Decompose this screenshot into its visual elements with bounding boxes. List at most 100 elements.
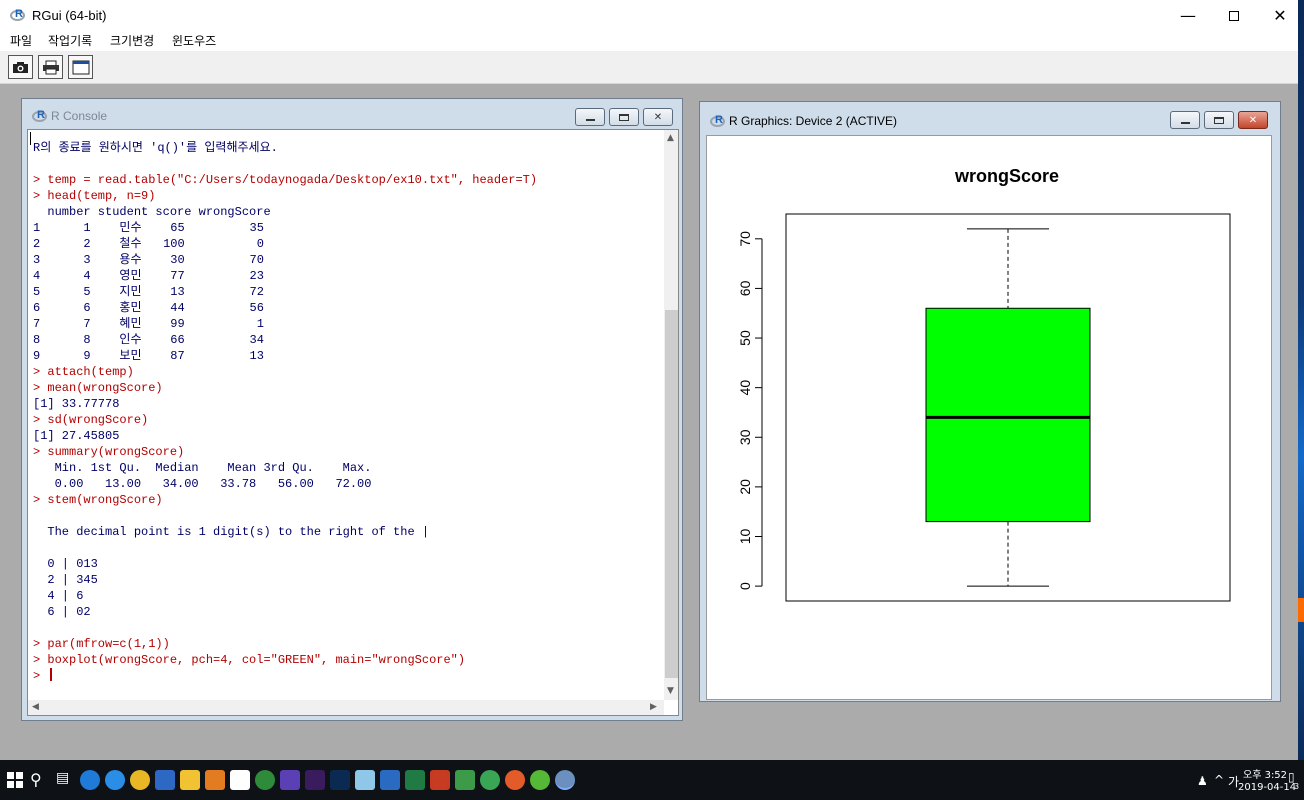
chart-title: wrongScore [954, 166, 1059, 186]
console-command-line: > stem(wrongScore) [33, 493, 163, 507]
menu-history[interactable]: 작업기록 [48, 32, 92, 49]
close-icon: ✕ [1273, 6, 1287, 25]
scroll-down-icon[interactable]: ▼ [667, 686, 674, 696]
notification-count: 3 [1294, 782, 1300, 791]
restore-icon [1214, 116, 1224, 124]
rgui-taskbar-icon[interactable] [555, 770, 575, 790]
print-button[interactable] [38, 55, 63, 79]
graphics-canvas: wrongScore 0 10 20 30 40 50 60 70 [706, 135, 1272, 700]
file-explorer-icon[interactable] [180, 770, 200, 790]
console-output-line: Min. 1st Qu. Median Mean 3rd Qu. Max. [33, 461, 379, 475]
app-icon-3[interactable] [355, 770, 375, 790]
app-icon-7[interactable] [530, 770, 550, 790]
graphics-window[interactable]: R R Graphics: Device 2 (ACTIVE) ✕ wrongS… [699, 101, 1281, 702]
store-icon[interactable] [155, 770, 175, 790]
minimize-button[interactable]: — [1165, 0, 1211, 31]
windows-start-icon[interactable] [7, 772, 23, 788]
app-icon-2[interactable] [280, 770, 300, 790]
app-icon-5[interactable] [480, 770, 500, 790]
maximize-button[interactable] [1211, 0, 1257, 31]
console-output-line: [1] 27.45805 [33, 429, 120, 443]
console-output-line: 7 7 혜민 99 1 [33, 317, 264, 331]
printer-icon [42, 60, 59, 74]
search-icon[interactable]: ⚲ [30, 770, 42, 789]
clock-time[interactable]: 오후 3:52 [1243, 766, 1287, 781]
premiere-icon[interactable] [305, 770, 325, 790]
console-close-button[interactable]: ✕ [643, 108, 673, 126]
word-icon[interactable] [380, 770, 400, 790]
scrollbar-thumb[interactable] [665, 310, 678, 678]
taskbar: ⚲ ▤ ♟ ^ 가 오후 3:52 2019-04-14 ▯ 3 [0, 760, 1304, 800]
console-output-line: 0 | 013 [33, 557, 98, 571]
scroll-left-icon[interactable]: ◀ [32, 702, 39, 712]
excel-icon[interactable] [405, 770, 425, 790]
camera-icon [13, 61, 28, 73]
app-icon-1[interactable] [255, 770, 275, 790]
console-command-line: > boxplot(wrongScore, pch=4, col="GREEN"… [33, 653, 466, 667]
graphics-close-button[interactable]: ✕ [1238, 111, 1268, 129]
scroll-right-icon[interactable]: ▶ [650, 702, 657, 712]
media-player-icon[interactable] [205, 770, 225, 790]
console-command-line: > temp = read.table("C:/Users/todaynogad… [33, 173, 538, 187]
r-logo-icon: R [32, 109, 48, 123]
graphics-restore-button[interactable] [1204, 111, 1234, 129]
console-output-line: The decimal point is 1 digit(s) to the r… [33, 525, 430, 539]
y-tick-label: 50 [737, 330, 753, 346]
chevron-up-icon[interactable]: ^ [1214, 773, 1224, 787]
toolbar [0, 51, 1304, 84]
close-icon: ✕ [653, 111, 663, 123]
desktop-wallpaper-strip [1298, 0, 1304, 760]
console-output-line: number student score wrongScore [33, 205, 271, 219]
menu-windows[interactable]: 윈도우즈 [172, 32, 216, 49]
edge-icon[interactable] [105, 770, 125, 790]
y-tick-label: 10 [737, 529, 753, 545]
console-restore-button[interactable] [609, 108, 639, 126]
y-tick-label: 40 [737, 380, 753, 396]
console-output-line: [1] 33.77778 [33, 397, 120, 411]
console-output-area[interactable]: R의 종료를 원하시면 'q()'를 입력해주세요. > temp = read.… [27, 129, 679, 716]
window-button[interactable] [68, 55, 93, 79]
restore-icon [619, 113, 629, 121]
console-output-line: 6 6 홍민 44 56 [33, 301, 264, 315]
ie-icon[interactable] [80, 770, 100, 790]
camera-button[interactable] [8, 55, 33, 79]
console-output-line: R의 종료를 원하시면 'q()'를 입력해주세요. [33, 141, 278, 155]
app-icon-6[interactable] [505, 770, 525, 790]
y-tick-label: 0 [737, 582, 753, 590]
iqr-box [925, 307, 1091, 523]
menu-resize[interactable]: 크기변경 [110, 32, 154, 49]
console-output-line: 8 8 인수 66 34 [33, 333, 264, 347]
window-icon [72, 60, 89, 74]
scroll-up-icon[interactable]: ▲ [667, 133, 674, 143]
console-command-line: > par(mfrow=c(1,1)) [33, 637, 170, 651]
close-button[interactable]: ✕ [1257, 0, 1303, 31]
mail-icon[interactable] [230, 770, 250, 790]
console-window[interactable]: R R Console ✕ R의 종료를 원하시면 'q()'를 입력해주세요.… [21, 98, 683, 721]
console-vertical-scrollbar[interactable]: ▲ ▼ [664, 130, 678, 700]
console-output-line: 9 9 보민 87 13 [33, 349, 264, 363]
console-titlebar[interactable]: R R Console ✕ [22, 99, 682, 129]
graphics-minimize-button[interactable] [1170, 111, 1200, 129]
console-horizontal-scrollbar[interactable]: ◀ ▶ [28, 700, 664, 715]
console-command-line: > attach(temp) [33, 365, 134, 379]
graphics-titlebar[interactable]: R R Graphics: Device 2 (ACTIVE) ✕ [700, 102, 1280, 132]
console-output-line: 4 | 6 [33, 589, 84, 603]
console-command-line: > head(temp, n=9) [33, 189, 156, 203]
r-logo-icon: R [10, 8, 26, 22]
console-minimize-button[interactable] [575, 108, 605, 126]
app-icon-4[interactable] [455, 770, 475, 790]
wallpaper-mark [1298, 598, 1304, 622]
menu-file[interactable]: 파일 [10, 32, 32, 49]
console-command-line: > sd(wrongScore) [33, 413, 149, 427]
chrome-icon[interactable] [130, 770, 150, 790]
people-icon[interactable]: ♟ [1197, 774, 1208, 788]
photoshop-icon[interactable] [330, 770, 350, 790]
powerpoint-icon[interactable] [430, 770, 450, 790]
graphics-title: R Graphics: Device 2 (ACTIVE) [729, 114, 898, 128]
minimize-icon: — [1180, 6, 1196, 25]
task-view-icon[interactable]: ▤ [56, 770, 69, 786]
r-logo-icon: R [710, 114, 726, 128]
